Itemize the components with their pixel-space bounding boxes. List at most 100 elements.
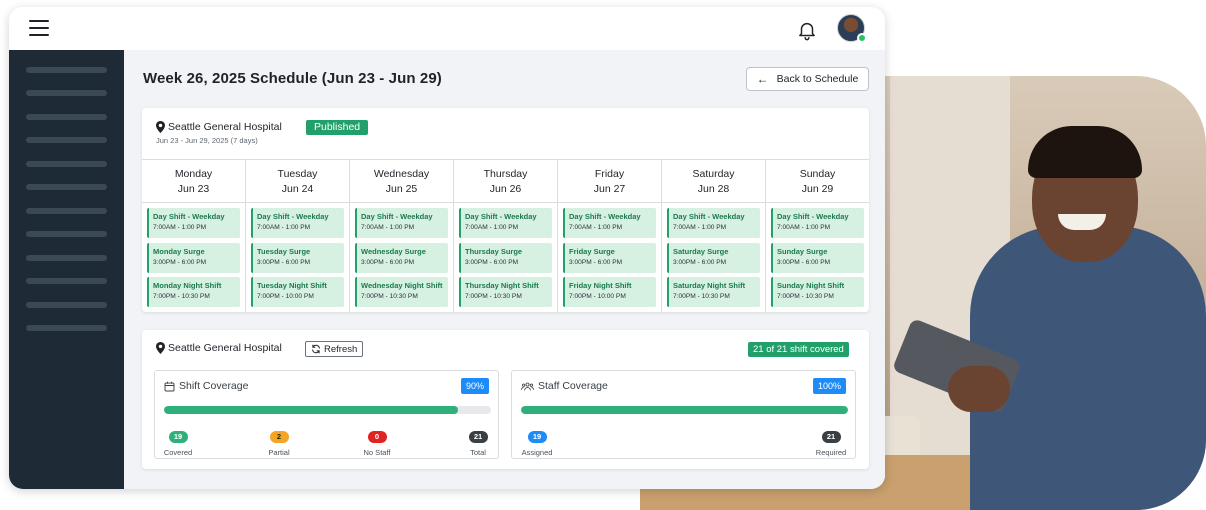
shift-time: 7:00PM - 10:30 PM xyxy=(153,293,210,300)
coverage-summary-badge: 21 of 21 shift covered xyxy=(748,342,849,357)
shift-card[interactable]: Friday Night Shift 7:00PM - 10:00 PM xyxy=(563,277,656,307)
shift-time: 7:00AM - 1:00 PM xyxy=(569,224,623,231)
day-date: Jun 26 xyxy=(489,183,522,195)
page-title: Week 26, 2025 Schedule (Jun 23 - Jun 29) xyxy=(143,70,442,87)
day-column: Sunday Jun 29 Day Shift - Weekday 7:00AM … xyxy=(766,160,869,313)
shift-time: 7:00AM - 1:00 PM xyxy=(777,224,831,231)
user-avatar[interactable] xyxy=(837,14,867,43)
shift-name: Day Shift - Weekday xyxy=(777,212,849,221)
day-name: Saturday xyxy=(692,168,735,180)
stat-covered: 19 Covered xyxy=(160,426,196,457)
bell-icon[interactable] xyxy=(796,18,818,42)
sidebar-item[interactable] xyxy=(26,255,107,261)
sidebar-item[interactable] xyxy=(26,184,107,190)
day-column: Wednesday Jun 25 Day Shift - Weekday 7:00… xyxy=(350,160,454,313)
sidebar-item[interactable] xyxy=(26,114,107,120)
sidebar-item[interactable] xyxy=(26,67,107,73)
shift-time: 7:00AM - 1:00 PM xyxy=(465,224,519,231)
coverage-location-name: Seattle General Hospital xyxy=(168,342,282,354)
shift-time: 7:00AM - 1:00 PM xyxy=(673,224,727,231)
stat-value: 0 xyxy=(367,431,387,443)
shift-time: 7:00AM - 1:00 PM xyxy=(257,224,311,231)
calendar-icon xyxy=(164,381,175,391)
stat-label: Required xyxy=(815,448,847,457)
map-pin-icon xyxy=(156,342,165,354)
shift-time: 3:00PM - 6:00 PM xyxy=(153,259,207,266)
day-column: Saturday Jun 28 Day Shift - Weekday 7:00A… xyxy=(662,160,766,313)
top-bar xyxy=(9,7,885,50)
shift-card[interactable]: Saturday Night Shift 7:00PM - 10:30 PM xyxy=(667,277,760,307)
shift-name: Tuesday Night Shift xyxy=(257,281,327,290)
shift-card[interactable]: Sunday Surge 3:00PM - 6:00 PM xyxy=(771,243,864,273)
staff-coverage-percent: 100% xyxy=(812,378,846,394)
day-header: Wednesday Jun 25 xyxy=(350,160,453,203)
shift-card[interactable]: Day Shift - Weekday 7:00AM - 1:00 PM xyxy=(147,208,240,238)
stat-value: 21 xyxy=(821,431,841,443)
shift-card[interactable]: Thursday Surge 3:00PM - 6:00 PM xyxy=(459,243,552,273)
shift-card[interactable]: Wednesday Night Shift 7:00PM - 10:30 PM xyxy=(355,277,448,307)
shift-name: Day Shift - Weekday xyxy=(569,212,641,221)
stat-label: Assigned xyxy=(521,448,553,457)
day-date: Jun 25 xyxy=(385,183,418,195)
sidebar-item[interactable] xyxy=(26,231,107,237)
shift-coverage-label: Shift Coverage xyxy=(179,380,249,392)
stat-label: Partial xyxy=(268,448,290,457)
shift-card[interactable]: Day Shift - Weekday 7:00AM - 1:00 PM xyxy=(459,208,552,238)
day-header: Saturday Jun 28 xyxy=(662,160,765,203)
stat-assigned: 19 Assigned xyxy=(517,426,557,457)
shift-card[interactable]: Monday Surge 3:00PM - 6:00 PM xyxy=(147,243,240,273)
day-column: Monday Jun 23 Day Shift - Weekday 7:00AM … xyxy=(142,160,246,313)
shift-card[interactable]: Day Shift - Weekday 7:00AM - 1:00 PM xyxy=(667,208,760,238)
sidebar-item[interactable] xyxy=(26,208,107,214)
schedule-location: Seattle General Hospital xyxy=(156,121,282,133)
shift-card[interactable]: Wednesday Surge 3:00PM - 6:00 PM xyxy=(355,243,448,273)
stat-value: 19 xyxy=(168,431,188,443)
stat-partial: 2 Partial xyxy=(261,426,297,457)
online-status-dot xyxy=(857,33,867,43)
day-date: Jun 29 xyxy=(801,183,834,195)
shift-coverage-track xyxy=(164,406,491,414)
location-name: Seattle General Hospital xyxy=(168,121,282,133)
shift-time: 7:00PM - 10:00 PM xyxy=(257,293,314,300)
shift-name: Monday Surge xyxy=(153,247,205,256)
sidebar-item[interactable] xyxy=(26,161,107,167)
shift-coverage-title: Shift Coverage xyxy=(164,380,248,392)
shift-card[interactable]: Day Shift - Weekday 7:00AM - 1:00 PM xyxy=(355,208,448,238)
shift-card[interactable]: Day Shift - Weekday 7:00AM - 1:00 PM xyxy=(251,208,344,238)
shift-card[interactable]: Monday Night Shift 7:00PM - 10:30 PM xyxy=(147,277,240,307)
sidebar-item[interactable] xyxy=(26,325,107,331)
shift-card[interactable]: Friday Surge 3:00PM - 6:00 PM xyxy=(563,243,656,273)
shift-card[interactable]: Thursday Night Shift 7:00PM - 10:30 PM xyxy=(459,277,552,307)
stat-value: 21 xyxy=(468,431,488,443)
shift-time: 7:00PM - 10:30 PM xyxy=(777,293,834,300)
shift-card[interactable]: Tuesday Surge 3:00PM - 6:00 PM xyxy=(251,243,344,273)
shift-card[interactable]: Sunday Night Shift 7:00PM - 10:30 PM xyxy=(771,277,864,307)
shift-card[interactable]: Tuesday Night Shift 7:00PM - 10:00 PM xyxy=(251,277,344,307)
staff-coverage-title: Staff Coverage xyxy=(521,380,608,392)
shift-card[interactable]: Day Shift - Weekday 7:00AM - 1:00 PM xyxy=(771,208,864,238)
sidebar-item[interactable] xyxy=(26,137,107,143)
back-button-label: Back to Schedule xyxy=(776,73,859,85)
refresh-button[interactable]: Refresh xyxy=(305,341,364,357)
shift-card[interactable]: Saturday Surge 3:00PM - 6:00 PM xyxy=(667,243,760,273)
day-header: Monday Jun 23 xyxy=(142,160,245,203)
shift-coverage-percent: 90% xyxy=(460,378,489,394)
sidebar-item[interactable] xyxy=(26,302,107,308)
day-column: Friday Jun 27 Day Shift - Weekday 7:00AM … xyxy=(558,160,662,313)
sidebar-item[interactable] xyxy=(26,278,107,284)
day-name: Monday xyxy=(174,168,213,180)
shift-name: Tuesday Surge xyxy=(257,247,311,256)
sidebar-item[interactable] xyxy=(26,90,107,96)
day-header: Friday Jun 27 xyxy=(558,160,661,203)
shift-card[interactable]: Day Shift - Weekday 7:00AM - 1:00 PM xyxy=(563,208,656,238)
status-badge: Published xyxy=(306,120,369,135)
hamburger-icon[interactable] xyxy=(29,20,49,36)
day-column: Thursday Jun 26 Day Shift - Weekday 7:00A… xyxy=(454,160,558,313)
staff-coverage-panel: Staff Coverage 100% 19 Assigned 21 Requi… xyxy=(511,370,856,459)
stat-value: 2 xyxy=(269,431,289,443)
coverage-card: Seattle General Hospital Refresh 21 of 2… xyxy=(142,330,869,469)
back-to-schedule-button[interactable]: ← Back to Schedule xyxy=(746,67,869,91)
shift-coverage-panel: Shift Coverage 90% 19 Covered 2 Partial … xyxy=(154,370,499,459)
shift-name: Saturday Night Shift xyxy=(673,281,746,290)
shift-time: 3:00PM - 6:00 PM xyxy=(465,259,519,266)
